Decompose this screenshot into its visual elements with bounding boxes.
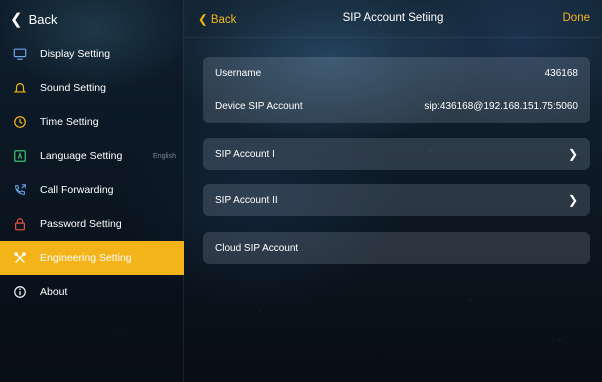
monitor-icon: [0, 37, 40, 71]
sidebar-item-label: About: [40, 286, 68, 298]
sidebar-item-label: Engineering Setting: [40, 252, 132, 264]
device-sip-account-label: Device SIP Account: [215, 101, 303, 112]
sidebar-back-label: Back: [28, 11, 58, 27]
top-bar: ❮ Back SIP Account Setiing Done: [184, 0, 602, 38]
chevron-left-icon: ❮: [10, 11, 23, 28]
device-sip-account-row: Device SIP Account sip:436168@192.168.15…: [203, 90, 590, 123]
account-info-card: Username 436168 Device SIP Account sip:4…: [203, 57, 590, 123]
chevron-right-icon: ❯: [567, 193, 578, 207]
sip-account-1-row[interactable]: SIP Account I ❯: [203, 138, 590, 170]
sidebar-item-display-setting[interactable]: Display Setting: [0, 37, 184, 71]
username-value: 436168: [544, 68, 578, 79]
sip-account-2-row[interactable]: SIP Account II ❯: [203, 184, 590, 216]
cloud-sip-account-row[interactable]: Cloud SIP Account: [203, 232, 590, 264]
sidebar-item-time-setting[interactable]: Time Setting: [0, 105, 184, 139]
sidebar-item-label: Display Setting: [40, 48, 111, 60]
sidebar-item-sound-setting[interactable]: Sound Setting: [0, 71, 184, 105]
done-button[interactable]: Done: [563, 12, 591, 24]
sidebar-item-label: Call Forwarding: [40, 184, 114, 196]
clock-icon: [0, 105, 40, 139]
call-forward-icon: [0, 173, 40, 207]
sidebar-item-password-setting[interactable]: Password Setting: [0, 207, 184, 241]
tools-icon: [0, 241, 40, 275]
sidebar: ❮ Back Display Setting Sound Setting Tim…: [0, 0, 184, 382]
lock-icon: [0, 207, 40, 241]
sidebar-item-label: Password Setting: [40, 218, 122, 230]
sidebar-back-button[interactable]: ❮ Back: [0, 0, 183, 38]
cloud-sip-account-label: Cloud SIP Account: [215, 242, 299, 254]
info-icon: [0, 275, 40, 309]
page-title: SIP Account Setiing: [342, 12, 444, 24]
sidebar-item-label: Language Setting: [40, 150, 123, 162]
chevron-right-icon: ❯: [567, 147, 578, 161]
sidebar-item-label: Time Setting: [40, 116, 99, 128]
username-label: Username: [215, 68, 262, 79]
sidebar-item-about[interactable]: About: [0, 275, 184, 309]
language-icon: [0, 139, 40, 173]
sidebar-item-call-forwarding[interactable]: Call Forwarding: [0, 173, 184, 207]
sip-account-1-label: SIP Account I: [215, 148, 275, 160]
current-language-value: English: [153, 152, 176, 160]
sip-account-2-label: SIP Account II: [215, 194, 278, 206]
bell-icon: [0, 71, 40, 105]
sidebar-item-label: Sound Setting: [40, 82, 106, 94]
sidebar-item-engineering-setting[interactable]: Engineering Setting: [0, 241, 184, 275]
sidebar-item-language-setting[interactable]: Language Setting English: [0, 139, 184, 173]
device-sip-account-value: sip:436168@192.168.151.75:5060: [424, 101, 578, 112]
username-row: Username 436168: [203, 57, 590, 90]
